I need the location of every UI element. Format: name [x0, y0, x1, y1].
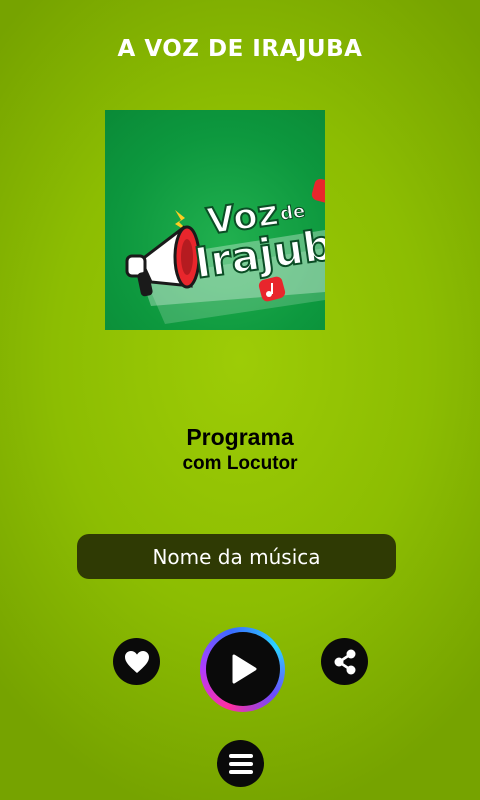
song-title-box: Nome da música — [77, 534, 396, 579]
program-title: Programa — [186, 424, 294, 450]
play-button[interactable] — [206, 632, 280, 706]
logo-text-de: de — [279, 201, 307, 225]
share-icon — [334, 649, 355, 674]
album-cover: Voz de Irajuba — [105, 110, 325, 330]
menu-icon — [228, 753, 253, 774]
share-button[interactable] — [321, 638, 368, 685]
music-note-icon — [311, 178, 325, 204]
host-name: com Locutor — [182, 453, 298, 474]
play-icon — [232, 654, 257, 684]
app-title: A VOZ DE IRAJUBA — [117, 36, 363, 62]
menu-button[interactable] — [217, 740, 264, 787]
like-button[interactable] — [113, 638, 160, 685]
song-title: Nome da música — [152, 544, 321, 569]
heart-icon — [124, 650, 149, 673]
